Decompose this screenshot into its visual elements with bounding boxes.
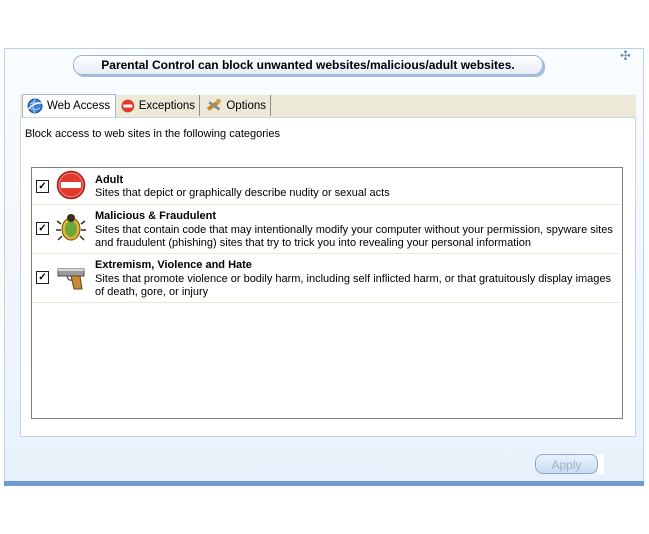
tab-label: Options <box>226 99 266 112</box>
category-description: Sites that depict or graphically describ… <box>95 187 390 199</box>
category-title: Extremism, Violence and Hate <box>95 259 252 271</box>
list-item[interactable]: ✓ Malicious & Fraudulent Sites that cont… <box>32 205 620 254</box>
category-checkbox[interactable]: ✓ <box>36 222 49 235</box>
tab-strip: Web Access Exceptions Options <box>20 94 636 118</box>
category-title: Adult <box>95 174 124 186</box>
move-handle-icon[interactable]: ✣ <box>620 48 638 64</box>
list-item[interactable]: ✓ Adult Sites that depict or graphically… <box>32 168 620 205</box>
tab-exceptions[interactable]: Exceptions <box>117 95 200 116</box>
category-checkbox[interactable]: ✓ <box>36 180 49 193</box>
globe-icon <box>27 98 43 114</box>
no-entry-icon <box>121 99 135 112</box>
apply-button[interactable]: Apply <box>535 454 598 474</box>
category-description: Sites that promote violence or bodily ha… <box>95 273 612 298</box>
bug-icon <box>56 214 86 241</box>
apply-button-edge <box>598 454 604 475</box>
list-item[interactable]: ✓ Extremism, Violence and Hate Sites tha… <box>32 254 620 303</box>
info-banner: Parental Control can block unwanted webs… <box>73 55 543 75</box>
tab-label: Exceptions <box>138 99 195 112</box>
category-title: Malicious & Fraudulent <box>95 210 217 222</box>
category-checkbox[interactable]: ✓ <box>36 271 49 284</box>
stop-sign-icon <box>56 170 86 200</box>
panel-description: Block access to web sites in the followi… <box>25 128 280 140</box>
tab-options[interactable]: Options <box>201 95 271 116</box>
window-bottom-border <box>4 481 644 486</box>
tab-label: Web Access <box>47 100 111 112</box>
tab-web-access[interactable]: Web Access <box>22 94 116 117</box>
web-access-panel: Block access to web sites in the followi… <box>20 117 636 437</box>
category-list: ✓ Adult Sites that depict or graphically… <box>31 167 623 419</box>
gun-icon <box>57 268 85 290</box>
tools-icon <box>206 98 221 111</box>
category-description: Sites that contain code that may intenti… <box>95 224 613 249</box>
